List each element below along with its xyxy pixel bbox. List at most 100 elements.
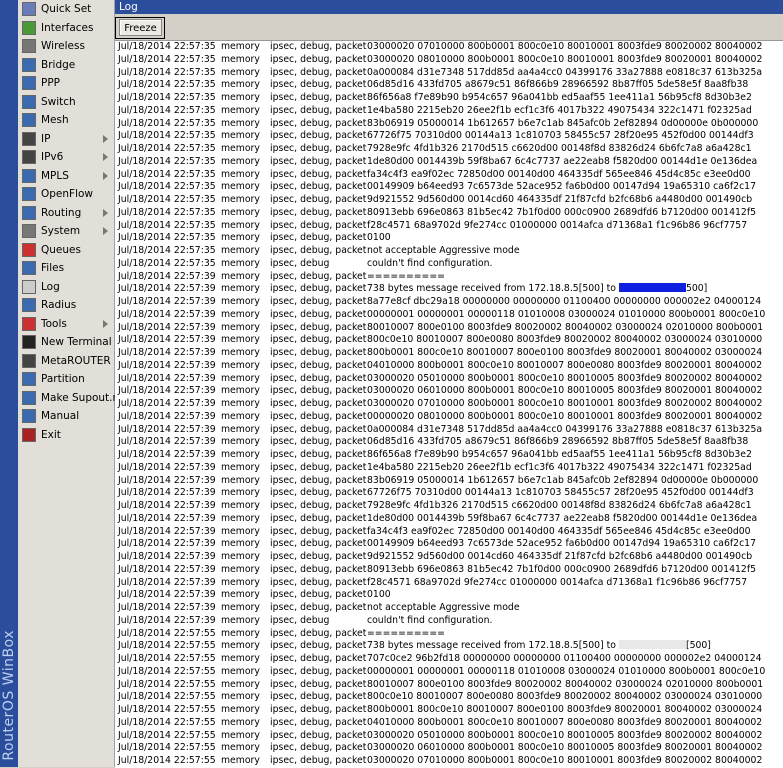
log-row[interactable]: Jul/18/2014 22:57:39 memory ipsec, debug, … [115, 577, 783, 590]
log-row[interactable]: Jul/18/2014 22:57:39 memory ipsec, debug, … [115, 449, 783, 462]
log-row[interactable]: Jul/18/2014 22:57:35 memory ipsec, debug, … [115, 207, 783, 220]
log-message-cell: 03000020 08010000 800b0001 800c0e10 8001… [367, 53, 763, 65]
log-row[interactable]: Jul/18/2014 22:57:35 memory ipsec, debug, … [115, 181, 783, 194]
menu-item-system[interactable]: System [18, 222, 114, 241]
log-buffer-cell: memory [221, 410, 260, 422]
log-buffer-cell: memory [221, 334, 260, 346]
log-row[interactable]: Jul/18/2014 22:57:55 memory ipsec, debug, … [115, 653, 783, 666]
log-row[interactable]: Jul/18/2014 22:57:35 memory ipsec, debug, … [115, 79, 783, 92]
log-buffer-cell: memory [221, 372, 260, 384]
log-row[interactable]: Jul/18/2014 22:57:35 memory ipsec, debug, … [115, 130, 783, 143]
menu-item-routing[interactable]: Routing [18, 204, 114, 223]
log-row[interactable]: Jul/18/2014 22:57:39 memory ipsec, debug, … [115, 551, 783, 564]
log-row[interactable]: Jul/18/2014 22:57:39 memory ipsec, debug, … [115, 487, 783, 500]
log-row[interactable]: Jul/18/2014 22:57:39 memory ipsec, debug, … [115, 589, 783, 602]
menu-item-radius[interactable]: Radius [18, 296, 114, 315]
log-message-cell: 03000020 06010000 800b0001 800c0e10 8001… [367, 742, 763, 754]
log-row[interactable]: Jul/18/2014 22:57:55 memory ipsec, debug, … [115, 640, 783, 653]
menu-item-log[interactable]: Log [18, 278, 114, 297]
log-row[interactable]: Jul/18/2014 22:57:39 memory ipsec, debug, … [115, 322, 783, 335]
menu-item-ip[interactable]: IP [18, 130, 114, 149]
log-row[interactable]: Jul/18/2014 22:57:39 memory ipsec, debug co… [115, 615, 783, 628]
log-row[interactable]: Jul/18/2014 22:57:35 memory ipsec, debug, … [115, 156, 783, 169]
menu-item-manual[interactable]: Manual [18, 407, 114, 426]
log-row[interactable]: Jul/18/2014 22:57:39 memory ipsec, debug, … [115, 564, 783, 577]
log-row[interactable]: Jul/18/2014 22:57:35 memory ipsec, debug, … [115, 67, 783, 80]
log-row[interactable]: Jul/18/2014 22:57:39 memory ipsec, debug, … [115, 513, 783, 526]
menu-item-mpls[interactable]: MPLS [18, 167, 114, 186]
log-row[interactable]: Jul/18/2014 22:57:35 memory ipsec, debug, … [115, 54, 783, 67]
freeze-button[interactable]: Freeze [119, 19, 162, 36]
log-row[interactable]: Jul/18/2014 22:57:39 memory ipsec, debug, … [115, 500, 783, 513]
log-row[interactable]: Jul/18/2014 22:57:39 memory ipsec, debug, … [115, 360, 783, 373]
log-row[interactable]: Jul/18/2014 22:57:39 memory ipsec, debug, … [115, 411, 783, 424]
menu-item-tools[interactable]: Tools [18, 315, 114, 334]
log-row[interactable]: Jul/18/2014 22:57:35 memory ipsec, debug, … [115, 194, 783, 207]
menu-item-files[interactable]: Files [18, 259, 114, 278]
menu-item-switch[interactable]: Switch [18, 93, 114, 112]
log-row[interactable]: Jul/18/2014 22:57:35 memory ipsec, debug, … [115, 92, 783, 105]
log-row[interactable]: Jul/18/2014 22:57:35 memory ipsec, debug, … [115, 118, 783, 131]
log-row[interactable]: Jul/18/2014 22:57:39 memory ipsec, debug, … [115, 334, 783, 347]
log-row[interactable]: Jul/18/2014 22:57:35 memory ipsec, debug, … [115, 220, 783, 233]
log-row[interactable]: Jul/18/2014 22:57:55 memory ipsec, debug, … [115, 717, 783, 730]
log-table[interactable]: Jul/18/2014 22:57:35 memory ipsec, debug, … [115, 40, 783, 768]
log-topics-cell: ipsec, debug, packet [270, 385, 367, 397]
log-topics-cell: ipsec, debug, packet [270, 602, 367, 613]
log-row[interactable]: Jul/18/2014 22:57:39 memory ipsec, debug, … [115, 347, 783, 360]
log-row[interactable]: Jul/18/2014 22:57:55 memory ipsec, debug, … [115, 755, 783, 768]
log-row[interactable]: Jul/18/2014 22:57:35 memory ipsec, debug, … [115, 105, 783, 118]
log-row[interactable]: Jul/18/2014 22:57:39 memory ipsec, debug, … [115, 424, 783, 437]
log-topics-cell: ipsec, debug, packet [270, 487, 367, 499]
log-row[interactable]: Jul/18/2014 22:57:55 memory ipsec, debug, … [115, 679, 783, 692]
log-buffer-cell: memory [221, 257, 260, 269]
log-row[interactable]: Jul/18/2014 22:57:35 memory ipsec, debug, … [115, 232, 783, 245]
log-time-cell: Jul/18/2014 22:57:35 [118, 104, 216, 116]
log-row[interactable]: Jul/18/2014 22:57:39 memory ipsec, debug, … [115, 526, 783, 539]
log-row[interactable]: Jul/18/2014 22:57:35 memory ipsec, debug co… [115, 258, 783, 271]
log-row[interactable]: Jul/18/2014 22:57:35 memory ipsec, debug, … [115, 143, 783, 156]
menu-item-wireless[interactable]: Wireless [18, 37, 114, 56]
log-row[interactable]: Jul/18/2014 22:57:39 memory ipsec, debug, … [115, 436, 783, 449]
log-row[interactable]: Jul/18/2014 22:57:35 memory ipsec, debug, … [115, 169, 783, 182]
log-row[interactable]: Jul/18/2014 22:57:39 memory ipsec, debug, … [115, 538, 783, 551]
menu-item-quick-set[interactable]: Quick Set [18, 0, 114, 19]
log-row[interactable]: Jul/18/2014 22:57:39 memory ipsec, debug, … [115, 462, 783, 475]
log-buffer-cell: memory [221, 423, 260, 435]
log-buffer-cell: memory [221, 168, 260, 180]
submenu-arrow-icon [103, 319, 108, 328]
log-row[interactable]: Jul/18/2014 22:57:55 memory ipsec, debug, … [115, 730, 783, 743]
log-buffer-cell: memory [221, 716, 260, 728]
menu-item-mesh[interactable]: Mesh [18, 111, 114, 130]
menu-item-openflow[interactable]: OpenFlow [18, 185, 114, 204]
log-message-cell: 80913ebb 696e0863 81b5ec42 7b1f0d00 000c… [367, 206, 757, 218]
log-row[interactable]: Jul/18/2014 22:57:55 memory ipsec, debug, … [115, 742, 783, 755]
log-row[interactable]: Jul/18/2014 22:57:39 memory ipsec, debug, … [115, 309, 783, 322]
log-row[interactable]: Jul/18/2014 22:57:55 memory ipsec, debug, … [115, 704, 783, 717]
menu-item-interfaces[interactable]: Interfaces [18, 19, 114, 38]
log-row[interactable]: Jul/18/2014 22:57:39 memory ipsec, debug, … [115, 283, 783, 296]
log-row[interactable]: Jul/18/2014 22:57:39 memory ipsec, debug, … [115, 602, 783, 615]
log-time-cell: Jul/18/2014 22:57:55 [118, 704, 216, 715]
menu-item-make-supout-rif[interactable]: Make Supout.rif [18, 389, 123, 408]
menu-item-metarouter[interactable]: MetaROUTER [18, 352, 114, 371]
log-row[interactable]: Jul/18/2014 22:57:39 memory ipsec, debug, … [115, 271, 783, 284]
log-row[interactable]: Jul/18/2014 22:57:39 memory ipsec, debug, … [115, 385, 783, 398]
menu-item-ppp[interactable]: PPP [18, 74, 114, 93]
log-row[interactable]: Jul/18/2014 22:57:39 memory ipsec, debug, … [115, 296, 783, 309]
menu-item-bridge[interactable]: Bridge [18, 56, 114, 75]
log-row[interactable]: Jul/18/2014 22:57:35 memory ipsec, debug, … [115, 245, 783, 258]
log-row[interactable]: Jul/18/2014 22:57:39 memory ipsec, debug, … [115, 373, 783, 386]
menu-item-label: PPP [41, 77, 60, 90]
menu-item-exit[interactable]: Exit [18, 426, 114, 445]
menu-item-queues[interactable]: Queues [18, 241, 114, 260]
log-row[interactable]: Jul/18/2014 22:57:55 memory ipsec, debug, … [115, 691, 783, 704]
log-row[interactable]: Jul/18/2014 22:57:39 memory ipsec, debug, … [115, 475, 783, 488]
log-row[interactable]: Jul/18/2014 22:57:55 memory ipsec, debug, … [115, 666, 783, 679]
menu-item-partition[interactable]: Partition [18, 370, 114, 389]
log-row[interactable]: Jul/18/2014 22:57:35 memory ipsec, debug, … [115, 41, 783, 54]
log-row[interactable]: Jul/18/2014 22:57:39 memory ipsec, debug, … [115, 398, 783, 411]
log-row[interactable]: Jul/18/2014 22:57:55 memory ipsec, debug, … [115, 628, 783, 641]
menu-item-ipv6[interactable]: IPv6 [18, 148, 114, 167]
menu-item-new-terminal[interactable]: New Terminal [18, 333, 114, 352]
